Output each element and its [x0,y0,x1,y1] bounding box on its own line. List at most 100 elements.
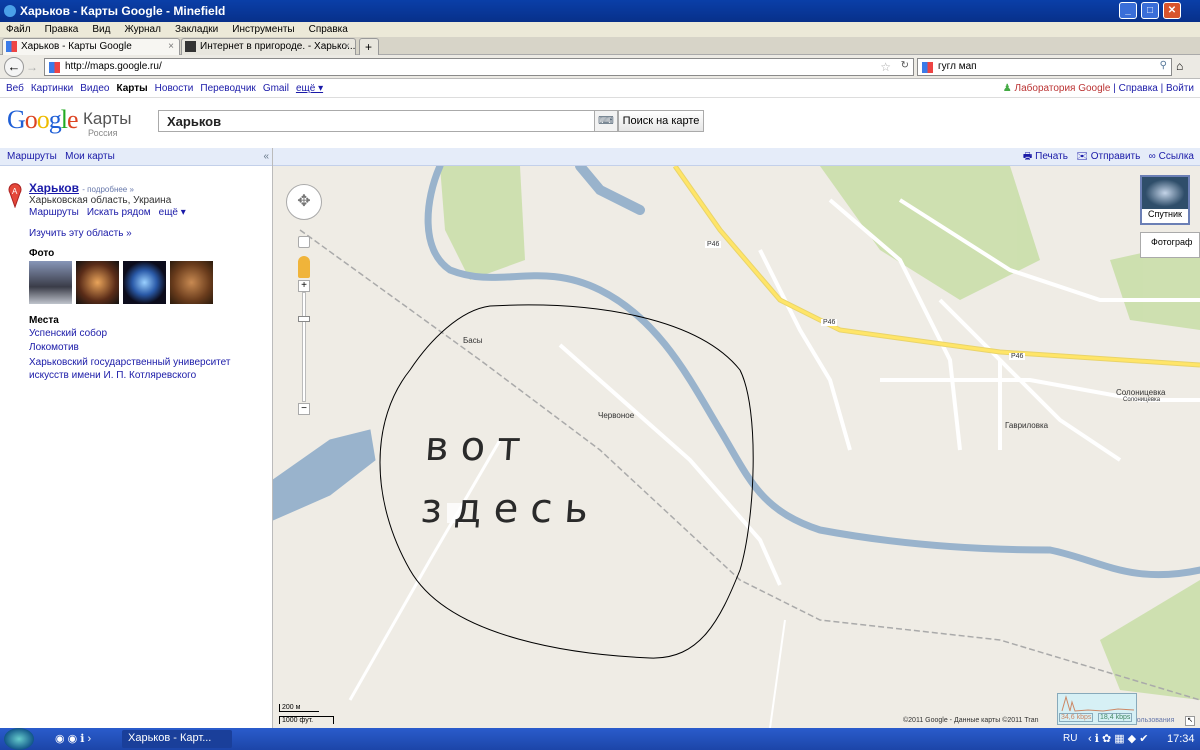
map-label-gavrilovka: Гавриловка [1005,421,1049,430]
login-link[interactable]: Войти [1166,83,1194,94]
overview-toggle[interactable]: ↖ [1185,716,1195,726]
map-canvas[interactable]: вот здесь Басы Червоное Гавриловка Солон… [273,166,1200,728]
google-favicon [49,62,60,73]
map-toolbar: 🖶 Печать ✉ Отправить ∞ Ссылка [273,148,1200,166]
keyboard-icon[interactable]: ⌨ [594,110,618,132]
menu-help[interactable]: Справка [309,22,348,37]
traffic-graph [1061,695,1135,712]
new-tab-button[interactable]: + [359,38,379,55]
search-map-button[interactable]: Поиск на карте [618,110,704,132]
bookmark-star-icon[interactable]: ☆ [880,60,891,74]
terms-link[interactable]: пользования [1133,717,1174,724]
quicklaunch-icons[interactable]: ◉ ◉ ℹ › [55,732,91,745]
task-label: Харьков - Карт... [128,732,212,744]
place-link[interactable]: Харьковский государственный университет … [29,356,264,382]
gbar-maps[interactable]: Карты [116,80,147,98]
pan-control[interactable]: ✥ [286,184,322,220]
satellite-thumbnail [1142,177,1188,209]
photo-thumbnail[interactable] [123,261,166,304]
gbar-web[interactable]: Веб [6,80,24,98]
gbar-gmail[interactable]: Gmail [263,80,289,98]
tab-label: Харьков - Карты Google [21,41,132,52]
places-heading: Места [29,315,59,326]
search-nearby-link[interactable]: Искать рядом [87,207,151,218]
help-link[interactable]: Справка [1119,83,1158,94]
close-tab-icon[interactable]: × [168,41,174,52]
menu-edit[interactable]: Правка [45,22,79,37]
gbar-news[interactable]: Новости [155,80,194,98]
zoom-slider-handle[interactable] [298,316,310,322]
marker-icon[interactable]: A [8,182,22,209]
tab-label: Интернет в пригороде. - Харько... [200,41,356,52]
google-favicon [6,41,17,52]
reset-view-button[interactable] [298,236,310,248]
pegman-icon[interactable] [298,256,310,278]
gbar-more[interactable]: ещё ▾ [296,80,323,98]
tab-maps[interactable]: Харьков - Карты Google × [2,38,180,55]
place-routes-link[interactable]: Маршруты [29,207,79,218]
photo-thumbnail[interactable] [76,261,119,304]
search-icon[interactable]: ⚲ [1160,60,1167,71]
send-link[interactable]: Отправить [1091,151,1141,162]
network-monitor: 34,6 kbps 18,4 kbps [1057,693,1137,725]
collapse-sidebar-button[interactable]: « [263,148,269,166]
zoom-out-button[interactable]: − [298,403,310,415]
search-text: гугл мап [938,61,977,72]
start-button[interactable] [4,728,34,750]
place-more-link[interactable]: ещё ▾ [159,207,186,218]
url-text: http://maps.google.ru/ [65,61,162,72]
maps-search-input[interactable]: Харьков [158,110,598,132]
region-label: Россия [88,128,118,138]
minimize-button[interactable]: _ [1119,2,1137,19]
tab-internet[interactable]: Интернет в пригороде. - Харько... × [181,38,356,55]
scale-meters: 200 м [279,704,319,712]
zoom-slider[interactable] [302,292,306,402]
search-bar[interactable]: гугл мап ⚲ [917,58,1172,76]
back-button[interactable]: ← [4,57,24,77]
close-tab-icon[interactable]: × [344,41,350,52]
print-link[interactable]: Печать [1035,151,1068,162]
place-name-link[interactable]: Харьков [29,181,79,195]
road-shield: Р46 [821,319,838,326]
tray-icons[interactable]: ‹ ℹ ✿ ▦ ◆ ✔ [1088,732,1148,745]
routes-link[interactable]: Маршруты [7,151,57,162]
photo-thumbnail[interactable] [29,261,72,304]
labs-link[interactable]: Лаборатория Google [1015,83,1111,94]
maximize-button[interactable]: □ [1141,2,1159,19]
google-logo[interactable]: Google [7,105,79,135]
menu-history[interactable]: Журнал [124,22,161,37]
photos-layer-button[interactable]: Фотограф [1140,232,1200,258]
reload-icon[interactable]: ↻ [901,60,909,71]
menu-tools[interactable]: Инструменты [232,22,294,37]
menu-file[interactable]: Файл [6,22,31,37]
photo-thumbnail[interactable] [170,261,213,304]
satellite-button[interactable]: Спутник [1140,175,1190,225]
menu-bookmarks[interactable]: Закладки [175,22,218,37]
map-graphics [273,166,1200,728]
menu-view[interactable]: Вид [92,22,110,37]
map-copyright: ©2011 Google - Данные карты ©2011 Tran [903,717,1039,724]
forward-button[interactable]: → [26,60,38,74]
my-maps-link[interactable]: Мои карты [65,151,115,162]
language-indicator[interactable]: RU [1063,733,1077,744]
taskbar: ◉ ◉ ℹ › Харьков - Карт... RU ‹ ℹ ✿ ▦ ◆ ✔… [0,728,1200,750]
taskbar-task-firefox[interactable]: Харьков - Карт... [122,730,232,748]
map-label-chervonoe: Червоное [598,411,635,420]
url-bar[interactable]: http://maps.google.ru/ ☆ ↻ [44,58,914,76]
place-link[interactable]: Успенский собор [29,328,107,339]
home-button[interactable]: ⌂ [1176,59,1183,73]
lake [273,429,376,521]
zoom-in-button[interactable]: + [298,280,310,292]
explore-area-link[interactable]: Изучить эту область » [29,228,132,239]
gbar-translate[interactable]: Переводчик [200,80,255,98]
more-details-link[interactable]: - подробнее » [82,185,134,194]
gbar-images[interactable]: Картинки [31,80,73,98]
forest-area [440,166,525,280]
place-link[interactable]: Локомотив [29,342,79,353]
marker-letter: A [12,187,18,196]
close-button[interactable]: ✕ [1163,2,1181,19]
road [758,249,852,451]
link-link[interactable]: Ссылка [1159,151,1194,162]
river [575,166,645,215]
gbar-video[interactable]: Видео [80,80,109,98]
